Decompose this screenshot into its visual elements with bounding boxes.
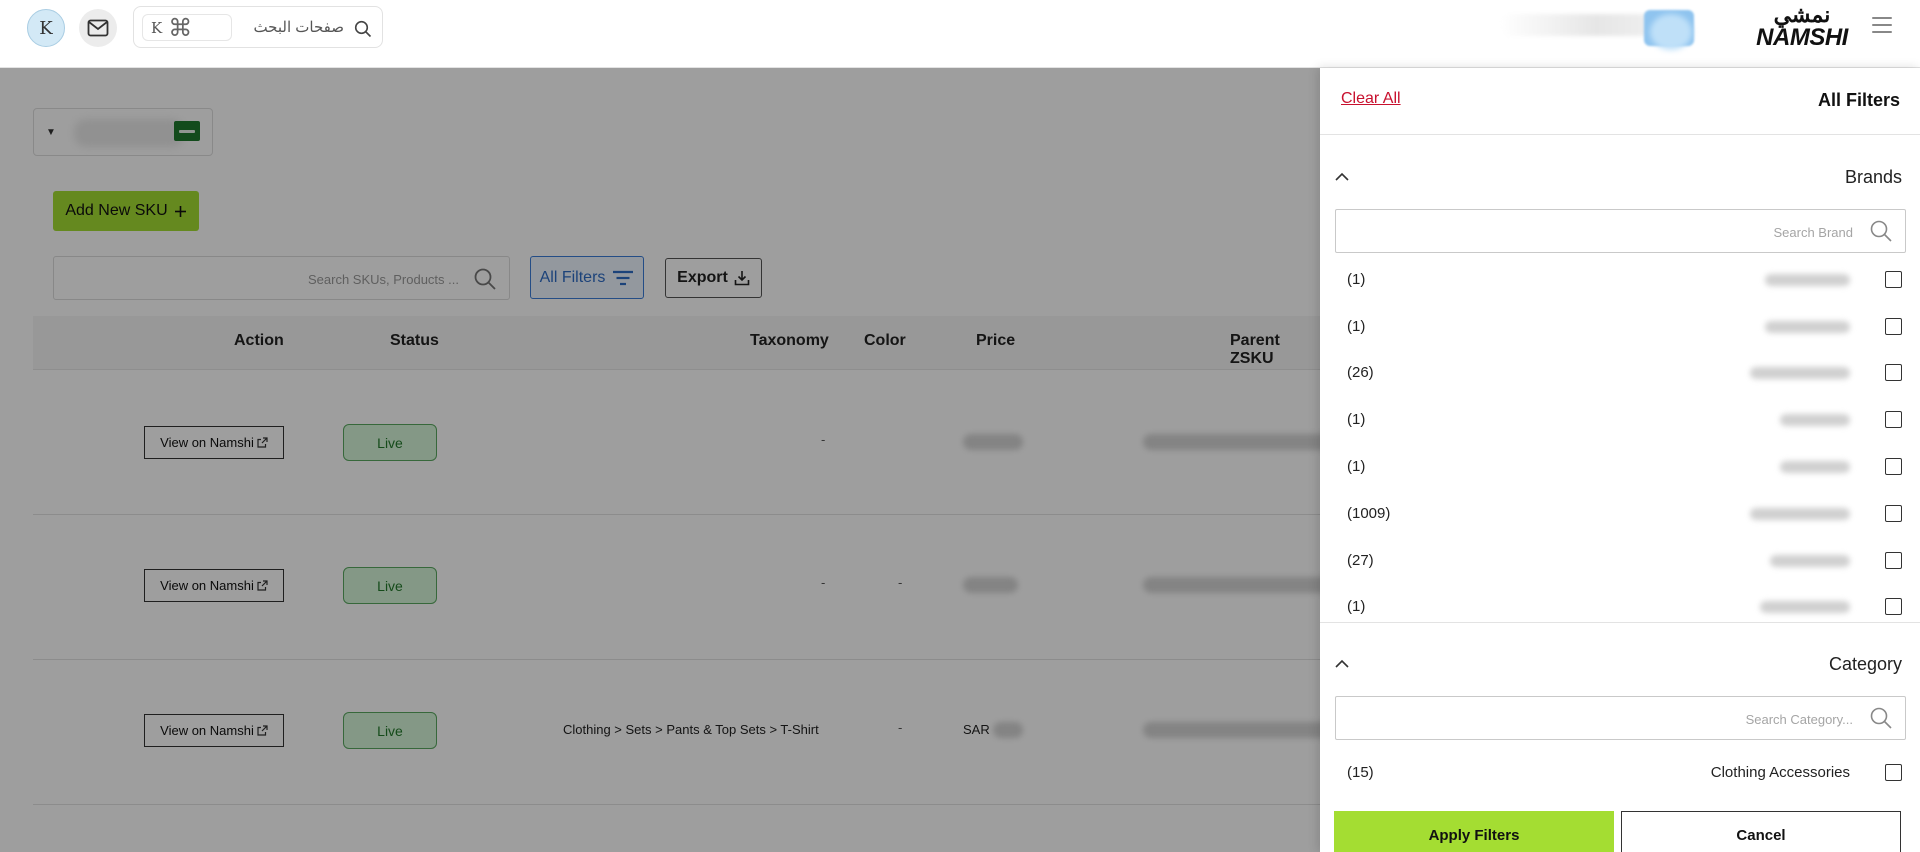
search-icon <box>1870 707 1892 729</box>
namshi-logo[interactable]: نمشي NAMSHI <box>1756 4 1848 50</box>
category-section-header[interactable]: Category <box>1320 640 1920 690</box>
brand-count: (1) <box>1347 458 1366 475</box>
brand-search-placeholder: Search Brand <box>1773 225 1854 240</box>
category-checkbox[interactable] <box>1885 764 1902 781</box>
chevron-up-icon <box>1335 659 1349 668</box>
brand-option[interactable]: (1) <box>1320 405 1920 435</box>
global-search[interactable]: K ⌘ صفحات البحث <box>133 6 383 48</box>
blurred-brand-name <box>1770 555 1850 567</box>
blurred-account-avatar <box>1650 14 1692 50</box>
brand-checkbox[interactable] <box>1885 364 1902 381</box>
category-search-placeholder: Search Category... <box>1745 712 1853 727</box>
blurred-brand-name <box>1765 321 1850 333</box>
mail-icon <box>87 19 109 37</box>
brand-option[interactable]: (27) <box>1320 546 1920 576</box>
brand-checkbox[interactable] <box>1885 271 1902 288</box>
blurred-brand-name <box>1750 508 1850 520</box>
brand-count: (1) <box>1347 318 1366 335</box>
brand-search-input[interactable]: Search Brand <box>1335 209 1906 253</box>
blurred-brand-name <box>1780 414 1850 426</box>
brand-checkbox[interactable] <box>1885 458 1902 475</box>
category-title: Category <box>1828 654 1902 674</box>
drawer-title: All Filters <box>1817 90 1900 110</box>
brand-checkbox[interactable] <box>1885 598 1902 615</box>
brand-option[interactable]: (26) <box>1320 358 1920 388</box>
logo-english: NAMSHI <box>1756 24 1848 51</box>
filters-drawer: Clear All All Filters Brands Search Bran… <box>1320 68 1920 852</box>
brand-count: (1) <box>1347 411 1366 428</box>
brand-count: (1) <box>1347 598 1366 615</box>
brand-checkbox[interactable] <box>1885 318 1902 335</box>
top-bar: K K ⌘ صفحات البحث نمشي NAMSHI <box>0 0 1920 68</box>
logo-arabic: نمشي <box>1773 2 1831 28</box>
search-shortcut: K ⌘ <box>142 14 232 41</box>
brand-count: (1) <box>1347 271 1366 288</box>
category-search-input[interactable]: Search Category... <box>1335 696 1906 740</box>
cancel-button[interactable]: Cancel <box>1621 811 1901 852</box>
blurred-account-info <box>1500 14 1660 36</box>
brand-option[interactable]: (1) <box>1320 452 1920 482</box>
chevron-up-icon <box>1335 172 1349 181</box>
brand-checkbox[interactable] <box>1885 505 1902 522</box>
command-key-icon: ⌘ <box>168 13 193 42</box>
blurred-brand-name <box>1765 274 1850 286</box>
brand-option[interactable]: (1009) <box>1320 499 1920 529</box>
blurred-brand-name <box>1780 461 1850 473</box>
brand-checkbox[interactable] <box>1885 411 1902 428</box>
category-count: (15) <box>1347 764 1374 781</box>
brand-count: (27) <box>1347 552 1374 569</box>
brand-option[interactable]: (1) <box>1320 265 1920 295</box>
brands-section-header[interactable]: Brands <box>1320 153 1920 203</box>
category-option[interactable]: (15) Clothing Accessories <box>1320 758 1920 788</box>
mail-button[interactable] <box>79 9 117 47</box>
user-avatar[interactable]: K <box>27 9 65 47</box>
shortcut-key: K <box>151 18 163 37</box>
menu-icon[interactable] <box>1872 17 1892 33</box>
search-icon <box>354 20 372 38</box>
clear-all-link[interactable]: Clear All <box>1341 90 1401 108</box>
drawer-header: Clear All All Filters <box>1320 68 1920 135</box>
brand-count: (1009) <box>1347 505 1391 522</box>
category-name: Clothing Accessories <box>1710 764 1850 781</box>
blurred-brand-name <box>1760 601 1850 613</box>
brand-option[interactable]: (1) <box>1320 592 1920 622</box>
modal-backdrop[interactable] <box>0 68 1320 852</box>
apply-filters-button[interactable]: Apply Filters <box>1334 811 1614 852</box>
blurred-brand-name <box>1750 367 1850 379</box>
brand-option[interactable]: (1) <box>1320 312 1920 342</box>
search-icon <box>1870 220 1892 242</box>
brand-count: (26) <box>1347 364 1374 381</box>
section-divider <box>1320 622 1920 623</box>
brand-checkbox[interactable] <box>1885 552 1902 569</box>
global-search-placeholder: صفحات البحث <box>253 19 344 36</box>
brands-title: Brands <box>1844 167 1902 187</box>
